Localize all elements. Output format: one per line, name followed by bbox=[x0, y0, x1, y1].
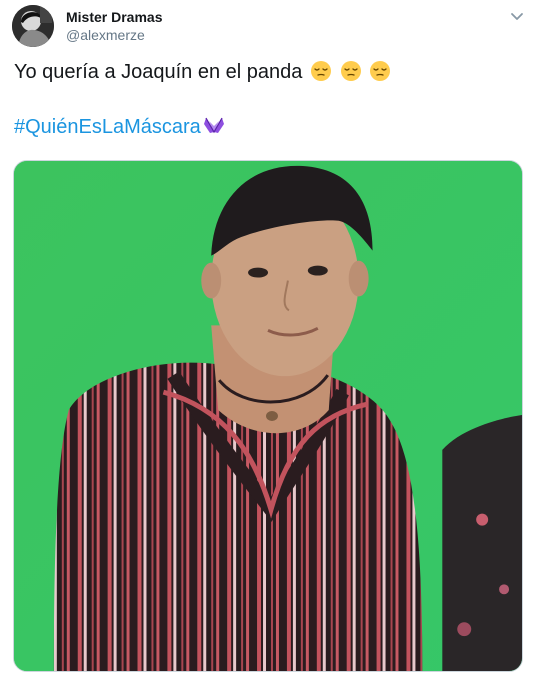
pensive-face-emoji bbox=[310, 60, 332, 82]
photo-content bbox=[14, 161, 522, 671]
tweet-text: Yo quería a Joaquín en el panda bbox=[14, 58, 514, 86]
purple-butterfly-mask-icon[interactable] bbox=[202, 115, 226, 137]
tweet-body: Yo quería a Joaquín en el panda bbox=[14, 61, 303, 83]
avatar[interactable] bbox=[12, 5, 54, 47]
author-name[interactable]: Mister Dramas bbox=[66, 8, 163, 26]
pensive-face-emoji bbox=[369, 60, 391, 82]
chevron-down-icon[interactable] bbox=[508, 10, 526, 24]
hashtag-link[interactable]: #QuiénEsLaMáscara bbox=[14, 116, 201, 138]
hashtag-line: #QuiénEsLaMáscara bbox=[14, 113, 226, 141]
pensive-face-emoji bbox=[340, 60, 362, 82]
tweet-card: Mister Dramas @alexmerze Yo quería a Joa… bbox=[0, 0, 538, 678]
avatar-image bbox=[12, 5, 54, 47]
author-handle[interactable]: @alexmerze bbox=[66, 26, 145, 44]
tweet-media-photo[interactable] bbox=[13, 160, 523, 672]
